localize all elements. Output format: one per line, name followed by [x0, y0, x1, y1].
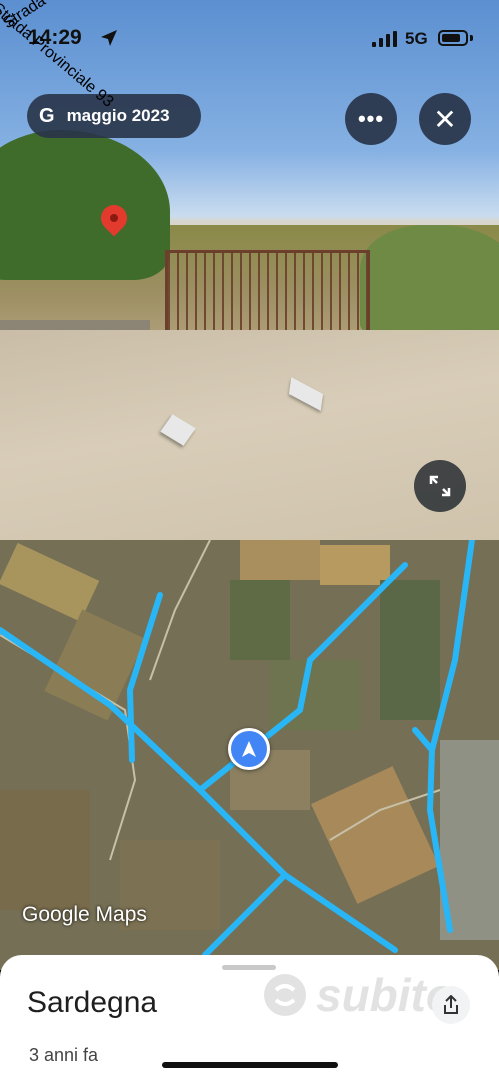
route-branch-south — [202, 872, 288, 958]
more-icon: ••• — [357, 106, 385, 131]
trees-right — [360, 225, 499, 335]
home-indicator[interactable] — [162, 1062, 338, 1068]
navigation-arrow-icon — [242, 741, 256, 757]
cellular-signal-icon — [372, 31, 397, 47]
battery-icon — [438, 30, 468, 46]
expand-icon — [429, 475, 451, 497]
more-options-button[interactable]: ••• — [345, 93, 397, 145]
google-g-icon: G — [39, 104, 55, 127]
trees-left — [0, 130, 170, 280]
watermark: subito — [262, 968, 454, 1022]
battery-level — [442, 34, 460, 42]
google-maps-attribution: Google Maps — [22, 903, 147, 926]
close-icon: ✕ — [433, 103, 457, 135]
current-location-icon[interactable] — [228, 728, 270, 770]
subito-logo-icon — [264, 974, 306, 1016]
share-button[interactable] — [432, 986, 470, 1024]
location-arrow-icon — [101, 30, 117, 46]
expand-button[interactable] — [414, 460, 466, 512]
route-spur — [412, 727, 435, 753]
share-icon — [444, 995, 458, 1014]
imagery-age: 3 anni fa — [29, 1045, 99, 1065]
dirt-road — [0, 330, 499, 540]
network-type: 5G — [405, 29, 428, 48]
battery-tip — [470, 35, 473, 41]
route-branch-east — [426, 540, 475, 933]
place-title: Sardegna — [27, 986, 158, 1019]
close-button[interactable]: ✕ — [419, 93, 471, 145]
